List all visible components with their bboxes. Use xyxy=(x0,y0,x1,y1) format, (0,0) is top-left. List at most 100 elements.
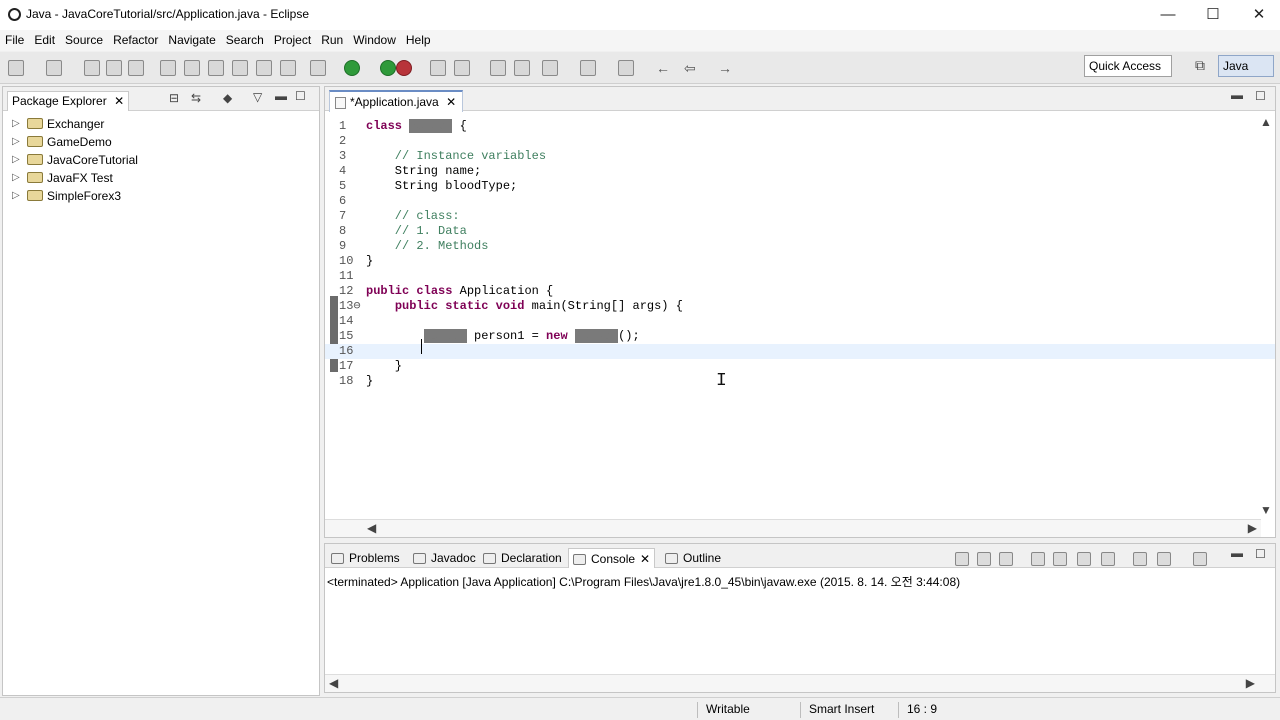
maximize-button[interactable]: ☐ xyxy=(1201,4,1225,26)
code-line[interactable]: 15 Person person1 = new Person(); xyxy=(325,329,1275,344)
focus-icon[interactable]: ◆ xyxy=(223,91,232,105)
minimize-view-icon[interactable]: ▬ xyxy=(1231,546,1243,560)
scroll-lock-icon[interactable] xyxy=(1053,552,1067,566)
print-icon[interactable] xyxy=(106,60,122,76)
tree-item[interactable]: ▷ JavaCoreTutorial xyxy=(3,151,319,169)
menu-edit[interactable]: Edit xyxy=(29,30,60,51)
tab-package-explorer[interactable]: Package Explorer ✕ xyxy=(7,91,130,111)
display-console-icon[interactable] xyxy=(1157,552,1171,566)
scroll-left-icon[interactable]: ◀ xyxy=(329,676,338,690)
code-line[interactable]: 10} xyxy=(325,254,1275,269)
code-line[interactable]: 5 String bloodType; xyxy=(325,179,1275,194)
save-all-icon[interactable] xyxy=(84,60,100,76)
chevron-right-icon[interactable]: ▷ xyxy=(12,169,20,187)
run-last-icon[interactable] xyxy=(380,60,396,76)
remove-all-icon[interactable] xyxy=(999,552,1013,566)
toggle-mark-icon[interactable] xyxy=(184,60,200,76)
code-line[interactable]: 12 public class Application { xyxy=(325,284,1275,299)
external-tools-icon[interactable] xyxy=(396,60,412,76)
console-horizontal-scrollbar[interactable]: ◀ ▶ xyxy=(325,674,1275,692)
new-class-icon[interactable] xyxy=(490,60,506,76)
debug-icon[interactable] xyxy=(310,60,326,76)
close-button[interactable]: ✕ xyxy=(1247,4,1271,26)
clear-console-icon[interactable] xyxy=(1031,552,1045,566)
close-icon[interactable]: ✕ xyxy=(114,94,124,108)
terminate-icon[interactable] xyxy=(955,552,969,566)
close-icon[interactable]: ✕ xyxy=(640,552,650,566)
code-line[interactable]: 17 } xyxy=(325,359,1275,374)
menu-source[interactable]: Source xyxy=(60,30,108,51)
open-type-icon[interactable] xyxy=(514,60,530,76)
open-console-icon[interactable] xyxy=(1193,552,1207,566)
code-line[interactable]: 9 // 2. Methods xyxy=(325,239,1275,254)
code-line[interactable]: 6 xyxy=(325,194,1275,209)
maximize-view-icon[interactable]: ☐ xyxy=(295,89,306,103)
open-task-icon[interactable] xyxy=(542,60,558,76)
toggle-highlight-icon[interactable] xyxy=(208,60,224,76)
minimize-view-icon[interactable]: ▬ xyxy=(275,89,287,103)
run-icon[interactable] xyxy=(344,60,360,76)
scroll-up-icon[interactable]: ▲ xyxy=(1260,115,1272,129)
java-perspective-button[interactable]: Java xyxy=(1218,55,1274,77)
tab-javadoc[interactable]: Javadoc xyxy=(409,548,480,568)
scroll-down-icon[interactable]: ▼ xyxy=(1260,503,1272,517)
menu-search[interactable]: Search xyxy=(221,30,269,51)
code-line[interactable]: 16 xyxy=(325,344,1275,359)
new-package-icon[interactable] xyxy=(454,60,470,76)
new-icon[interactable] xyxy=(8,60,24,76)
skip-breakpoints-icon[interactable] xyxy=(280,60,296,76)
remove-launch-icon[interactable] xyxy=(977,552,991,566)
view-menu-icon[interactable]: ▽ xyxy=(253,90,262,104)
horizontal-scrollbar[interactable]: ◀ ▶ xyxy=(325,519,1261,537)
tab-declaration[interactable]: Declaration xyxy=(479,548,566,568)
show-stderr-icon[interactable] xyxy=(1101,552,1115,566)
chevron-right-icon[interactable]: ▷ xyxy=(12,151,20,169)
maximize-view-icon[interactable]: ☐ xyxy=(1255,547,1266,561)
menu-file[interactable]: File xyxy=(0,30,29,51)
annotation-next-icon[interactable] xyxy=(580,60,596,76)
open-console-icon[interactable] xyxy=(128,60,144,76)
annotation-prev-icon[interactable] xyxy=(618,60,634,76)
show-stdout-icon[interactable] xyxy=(1077,552,1091,566)
tree-item[interactable]: ▷ SimpleForex3 xyxy=(3,187,319,205)
menu-run[interactable]: Run xyxy=(316,30,348,51)
quick-access-input[interactable]: Quick Access xyxy=(1084,55,1172,77)
minimize-button[interactable]: — xyxy=(1156,4,1180,26)
collapse-all-icon[interactable]: ⊟ xyxy=(169,91,179,105)
code-line[interactable]: 4 String name; xyxy=(325,164,1275,179)
search-icon[interactable] xyxy=(160,60,176,76)
tree-item[interactable]: ▷ JavaFX Test xyxy=(3,169,319,187)
minimize-view-icon[interactable]: ▬ xyxy=(1231,88,1243,102)
code-line[interactable]: 18} xyxy=(325,374,1275,389)
tab-application-java[interactable]: *Application.java ✕ xyxy=(329,90,464,112)
menu-window[interactable]: Window xyxy=(348,30,401,51)
code-line[interactable]: 1 class Person { xyxy=(325,119,1275,134)
tree-item[interactable]: ▷ GameDemo xyxy=(3,133,319,151)
menu-refactor[interactable]: Refactor xyxy=(108,30,163,51)
chevron-right-icon[interactable]: ▷ xyxy=(12,133,20,151)
chevron-right-icon[interactable]: ▷ xyxy=(12,187,20,205)
code-line[interactable]: 3 // Instance variables xyxy=(325,149,1275,164)
maximize-view-icon[interactable]: ☐ xyxy=(1255,89,1266,103)
open-perspective-icon[interactable]: ⧉ xyxy=(1190,57,1210,75)
code-line[interactable]: 14 xyxy=(325,314,1275,329)
code-line[interactable]: 11 xyxy=(325,269,1275,284)
save-icon[interactable] xyxy=(46,60,62,76)
block-selection-icon[interactable] xyxy=(232,60,248,76)
scroll-right-icon[interactable]: ▶ xyxy=(1248,521,1257,535)
menu-project[interactable]: Project xyxy=(269,30,316,51)
code-line[interactable]: 13⊖ public static void main(String[] arg… xyxy=(325,299,1275,314)
code-line[interactable]: 8 // 1. Data xyxy=(325,224,1275,239)
link-editor-icon[interactable]: ⇆ xyxy=(191,91,201,105)
new-java-project-icon[interactable] xyxy=(430,60,446,76)
vertical-scrollbar[interactable]: ▲ ▼ xyxy=(1259,115,1273,517)
next-edit-icon[interactable]: → xyxy=(718,60,734,76)
chevron-right-icon[interactable]: ▷ xyxy=(12,115,20,133)
menu-navigate[interactable]: Navigate xyxy=(163,30,220,51)
code-area[interactable]: 1 class Person {2 3 // Instance variables 4… xyxy=(325,113,1275,519)
forward-icon[interactable]: ⇦ xyxy=(684,60,700,76)
scroll-right-icon[interactable]: ▶ xyxy=(1246,676,1255,690)
tab-console[interactable]: Console ✕ xyxy=(568,548,656,568)
tree-item[interactable]: ▷ Exchanger xyxy=(3,115,319,133)
whitespace-icon[interactable] xyxy=(256,60,272,76)
